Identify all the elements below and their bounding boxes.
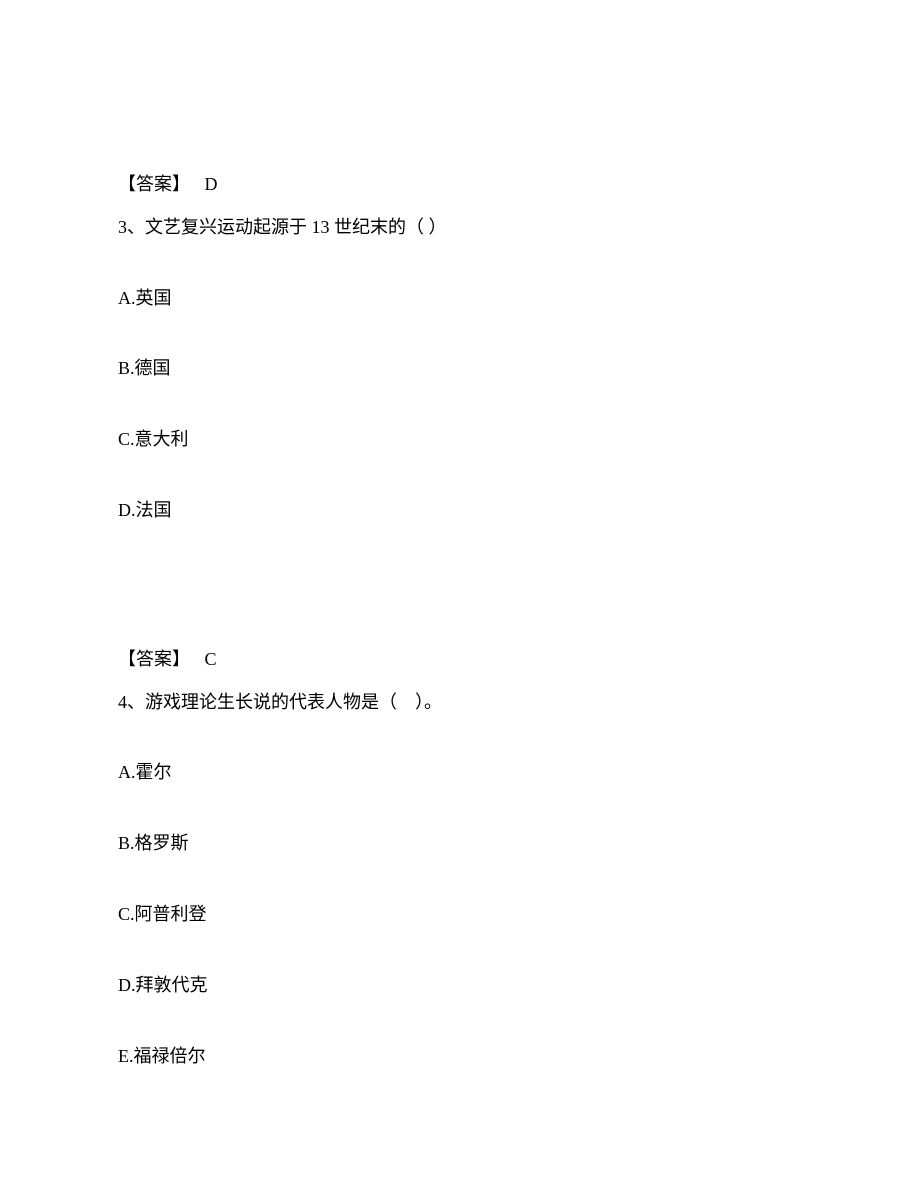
option-prefix: B.: [118, 833, 135, 853]
option-prefix: A.: [118, 288, 136, 308]
option-text: 英国: [136, 288, 172, 308]
option-prefix: C.: [118, 904, 135, 924]
option-3a: A.英国: [118, 284, 802, 313]
answer-2: 【答案】 D: [118, 170, 802, 199]
option-4e: E.福禄倍尔: [118, 1042, 802, 1071]
option-text: 拜敦代克: [136, 975, 208, 995]
question-number: 3、: [118, 217, 145, 237]
option-3b: B.德国: [118, 354, 802, 383]
option-prefix: D.: [118, 500, 136, 520]
option-text: 法国: [136, 500, 172, 520]
question-text-part2: 世纪末的（ ）: [330, 217, 447, 237]
answer-label: 【答案】: [118, 649, 190, 669]
question-4-text: 4、游戏理论生长说的代表人物是（ ）。: [118, 688, 802, 717]
question-3-text: 3、文艺复兴运动起源于 13 世纪末的（ ）: [118, 213, 802, 242]
option-text: 福禄倍尔: [134, 1046, 206, 1066]
option-prefix: C.: [118, 429, 135, 449]
option-4b: B.格罗斯: [118, 829, 802, 858]
question-block-4: 4、游戏理论生长说的代表人物是（ ）。 A.霍尔 B.格罗斯 C.阿普利登 D.…: [118, 688, 802, 1071]
question-block-2-answer: 【答案】 D: [118, 170, 802, 199]
option-4d: D.拜敦代克: [118, 971, 802, 1000]
question-text: 游戏理论生长说的代表人物是（ ）。: [145, 692, 442, 712]
option-text: 阿普利登: [135, 904, 207, 924]
answer-label: 【答案】: [118, 174, 190, 194]
option-4c: C.阿普利登: [118, 900, 802, 929]
option-prefix: D.: [118, 975, 136, 995]
option-3d: D.法国: [118, 496, 802, 525]
answer-3: 【答案】 C: [118, 645, 802, 674]
option-text: 意大利: [135, 429, 189, 449]
question-block-3-answer: 【答案】 C: [118, 645, 802, 674]
option-text: 格罗斯: [135, 833, 189, 853]
option-prefix: E.: [118, 1046, 134, 1066]
option-4a: A.霍尔: [118, 758, 802, 787]
question-text-num: 13: [312, 217, 330, 237]
option-prefix: B.: [118, 358, 135, 378]
question-block-3: 3、文艺复兴运动起源于 13 世纪末的（ ） A.英国 B.德国 C.意大利 D…: [118, 213, 802, 525]
option-text: 德国: [135, 358, 171, 378]
option-3c: C.意大利: [118, 425, 802, 454]
question-text-part1: 文艺复兴运动起源于: [145, 217, 312, 237]
option-text: 霍尔: [136, 762, 172, 782]
option-prefix: A.: [118, 762, 136, 782]
question-number: 4、: [118, 692, 145, 712]
answer-value: D: [205, 174, 218, 194]
answer-value: C: [205, 649, 217, 669]
